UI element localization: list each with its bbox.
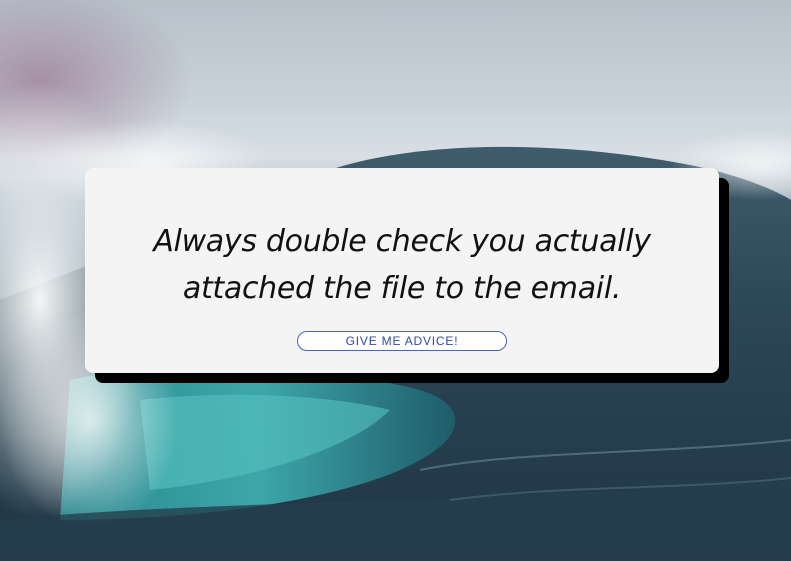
advice-text: Always double check you actually attache… (153, 224, 651, 306)
give-me-advice-button[interactable]: GIVE ME ADVICE! (297, 331, 507, 351)
advice-card: Always double check you actually attache… (85, 168, 719, 373)
